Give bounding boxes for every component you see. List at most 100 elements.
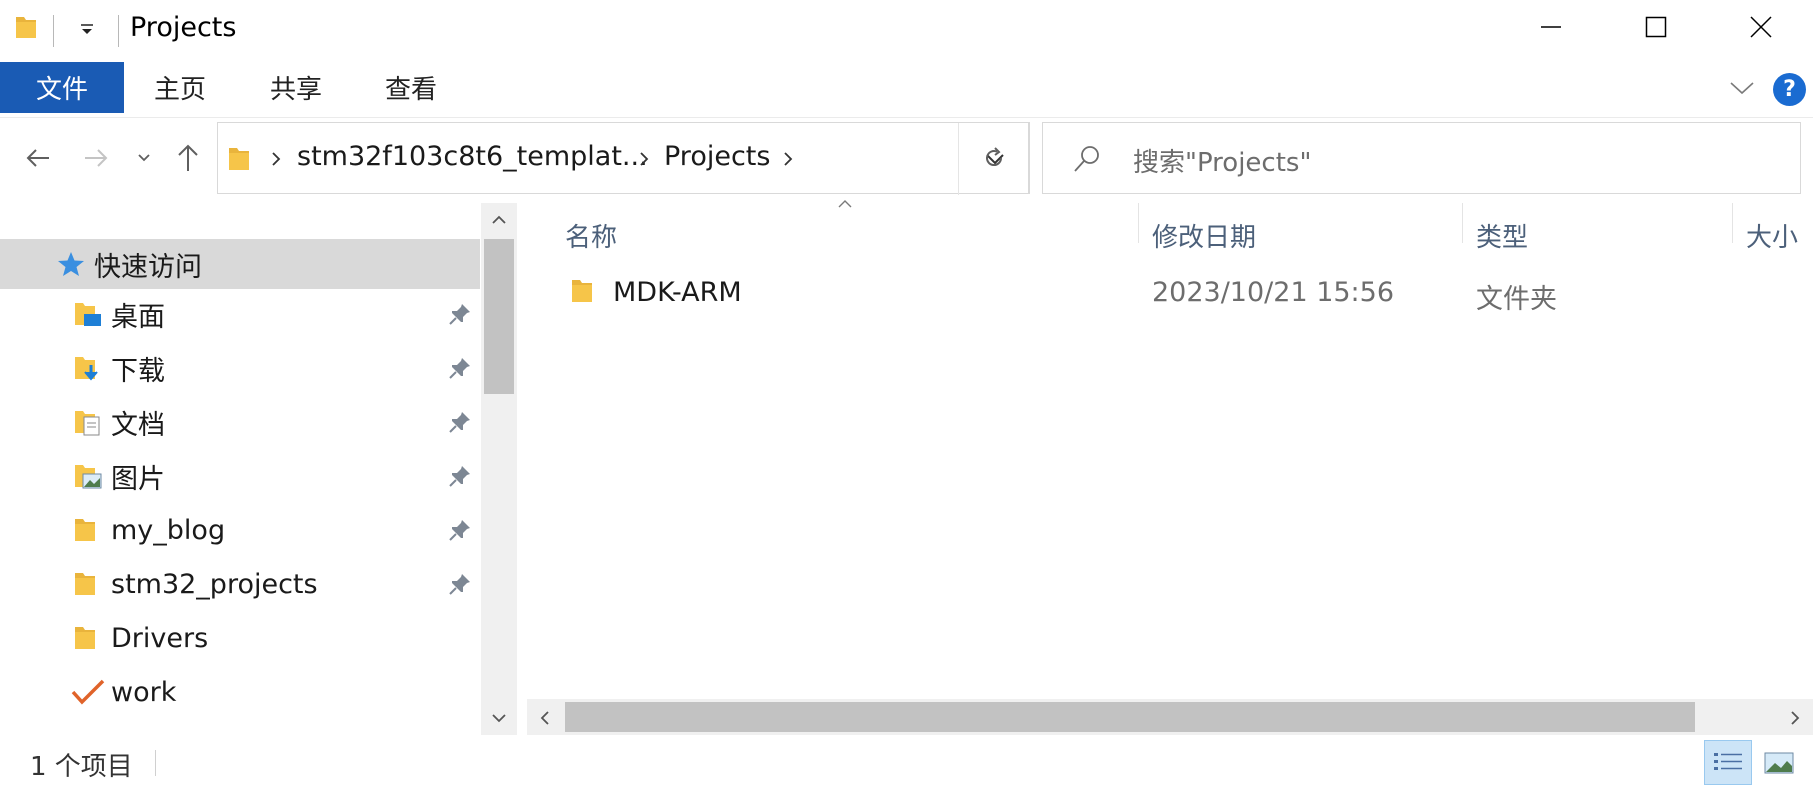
tab-home[interactable]: 主页 (154, 62, 206, 113)
titlebar-separator (53, 15, 54, 47)
maximize-button[interactable] (1603, 0, 1708, 54)
desktop-folder-icon (75, 303, 101, 326)
ribbon: 文件 主页 共享 查看 ? (0, 62, 1813, 118)
tab-view[interactable]: 查看 (385, 62, 437, 113)
pin-icon[interactable] (448, 464, 472, 488)
refresh-button[interactable] (959, 122, 1029, 194)
column-header-name[interactable]: 名称 (565, 217, 617, 254)
file-modified: 2023/10/21 15:56 (1152, 277, 1395, 308)
status-separator (155, 750, 156, 776)
column-divider[interactable] (1732, 203, 1733, 243)
help-button[interactable]: ? (1773, 73, 1806, 106)
sidebar-item-drivers[interactable]: Drivers (0, 613, 480, 663)
folder-icon (572, 280, 592, 302)
close-button[interactable] (1708, 0, 1813, 54)
star-icon (58, 252, 84, 276)
large-icons-view-icon (1764, 752, 1794, 773)
folder-icon (75, 519, 95, 541)
documents-folder-icon (75, 411, 100, 436)
navigation-pane-scrollbar[interactable] (481, 203, 517, 735)
chevron-right-icon[interactable] (268, 148, 284, 170)
address-bar[interactable]: stm32f103c8t6_templat... Projects (217, 122, 1030, 195)
column-header-size[interactable]: 大小 (1746, 217, 1798, 254)
pin-icon[interactable] (448, 572, 472, 596)
file-name: MDK-ARM (613, 277, 742, 308)
file-list: 名称 修改日期 类型 大小 MDK-ARM 2023/10/21 15:56 文… (527, 200, 1813, 699)
up-button[interactable] (170, 140, 206, 176)
maximize-icon (1645, 16, 1666, 38)
close-icon (1749, 16, 1772, 38)
scroll-down-icon[interactable] (490, 711, 508, 725)
sidebar-item-label: 文档 (111, 409, 165, 441)
large-icons-view-button[interactable] (1755, 740, 1803, 785)
table-row[interactable]: MDK-ARM 2023/10/21 15:56 文件夹 (527, 263, 1813, 317)
scroll-left-icon[interactable] (538, 710, 552, 726)
sidebar-item-pictures[interactable]: 图片 (0, 451, 480, 501)
minimize-button[interactable] (1498, 0, 1603, 54)
sidebar-item-label: Drivers (111, 622, 209, 654)
titlebar-separator (118, 15, 119, 47)
sidebar-item-my-blog[interactable]: my_blog (0, 505, 480, 555)
pictures-folder-icon (75, 465, 102, 489)
folder-icon (14, 13, 38, 45)
scroll-up-icon[interactable] (490, 213, 508, 227)
recent-locations-button[interactable] (126, 140, 162, 176)
column-divider[interactable] (1462, 203, 1463, 243)
sidebar-item-label: 桌面 (111, 301, 165, 333)
pin-icon[interactable] (448, 410, 472, 434)
sidebar-item-quick-access[interactable]: 快速访问 (0, 239, 480, 289)
pin-icon[interactable] (448, 302, 472, 326)
item-count: 1 个项目 (30, 752, 133, 782)
breadcrumb-segment[interactable]: stm32f103c8t6_templat... (297, 141, 648, 172)
column-divider[interactable] (1138, 203, 1139, 243)
checkmark-icon (71, 679, 105, 705)
pin-icon[interactable] (448, 356, 472, 380)
scrollbar-thumb[interactable] (484, 239, 514, 394)
pin-icon[interactable] (448, 518, 472, 542)
folder-icon (75, 627, 95, 649)
scrollbar-thumb[interactable] (565, 702, 1695, 732)
navigation-bar: stm32f103c8t6_templat... Projects 搜索"Pro… (0, 122, 1813, 196)
tab-file[interactable]: 文件 (0, 62, 124, 113)
sort-ascending-icon (838, 200, 852, 208)
sidebar-item-documents[interactable]: 文档 (0, 397, 480, 447)
sidebar-item-work[interactable]: work (0, 667, 480, 717)
expand-ribbon-icon[interactable] (1728, 76, 1756, 100)
minimize-icon (1540, 26, 1561, 28)
search-box[interactable]: 搜索"Projects" (1042, 122, 1801, 194)
forward-arrow-icon (85, 149, 108, 167)
details-view-icon (1714, 752, 1742, 770)
refresh-icon (985, 147, 1002, 167)
back-button[interactable] (20, 140, 56, 176)
search-input[interactable]: 搜索"Projects" (1133, 142, 1311, 179)
column-header-type[interactable]: 类型 (1476, 217, 1528, 254)
sidebar-item-downloads[interactable]: 下载 (0, 343, 480, 393)
downloads-folder-icon (75, 357, 98, 381)
sidebar-item-label: work (111, 676, 177, 708)
quick-access-dropdown-icon[interactable] (76, 18, 98, 40)
folder-icon (227, 143, 251, 177)
chevron-right-icon[interactable] (780, 148, 796, 170)
up-arrow-icon (178, 144, 198, 171)
sidebar-item-label: my_blog (111, 514, 226, 546)
details-view-button[interactable] (1704, 740, 1752, 785)
scroll-right-icon[interactable] (1788, 710, 1802, 726)
sidebar-item-desktop[interactable]: 桌面 (0, 289, 480, 339)
file-type: 文件夹 (1476, 284, 1557, 315)
sidebar-item-label: 图片 (111, 463, 165, 495)
status-bar: 1 个项目 (0, 740, 1813, 785)
sidebar-item-label: stm32_projects (111, 568, 318, 600)
column-header-modified[interactable]: 修改日期 (1152, 217, 1256, 254)
sidebar-item-label: 下载 (111, 355, 165, 387)
file-list-scrollbar[interactable] (527, 699, 1813, 735)
search-icon (1074, 146, 1099, 172)
sidebar-item-label: 快速访问 (94, 251, 202, 283)
window-title: Projects (130, 12, 237, 43)
folder-icon (75, 573, 95, 595)
tab-share[interactable]: 共享 (270, 62, 322, 113)
chevron-right-icon[interactable] (636, 148, 652, 170)
sidebar-item-stm32-projects[interactable]: stm32_projects (0, 559, 480, 609)
navigation-pane: 快速访问 桌面 下载 文档 图片 my_blog stm32_projects … (0, 203, 480, 735)
forward-button[interactable] (78, 140, 114, 176)
breadcrumb-segment[interactable]: Projects (664, 141, 770, 172)
